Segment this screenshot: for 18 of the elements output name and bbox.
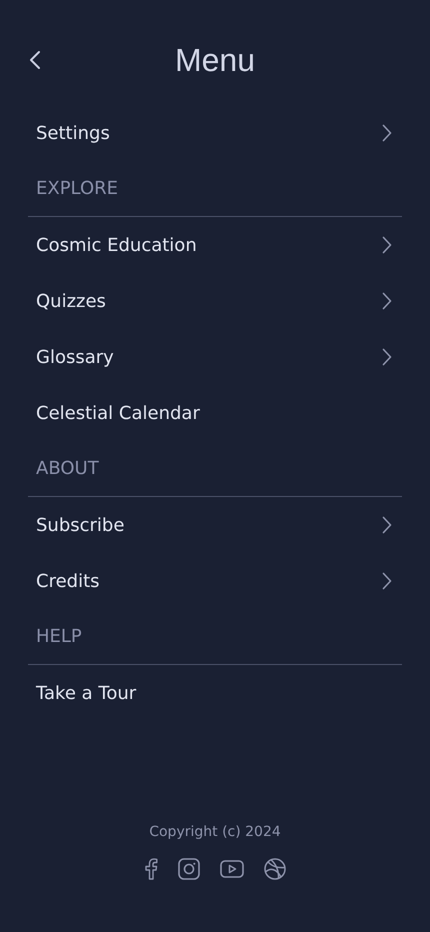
menu-item[interactable]: Settings (28, 105, 402, 161)
facebook-icon[interactable] (144, 858, 158, 880)
youtube-icon[interactable] (220, 860, 244, 878)
menu-title: Menu (174, 41, 256, 80)
section-heading: EXPLORE (36, 178, 118, 199)
section-heading: HELP (36, 626, 82, 647)
instagram-icon[interactable] (178, 858, 200, 880)
menu-item[interactable]: Quizzes (28, 273, 402, 329)
menu-item[interactable]: Cosmic Education (28, 217, 402, 273)
copyright-text: Copyright (c) 2024 (149, 824, 281, 840)
basketball-icon[interactable] (264, 858, 286, 880)
menu-item[interactable]: Glossary (28, 329, 402, 385)
menu-item[interactable]: Credits (28, 553, 402, 609)
menu-item[interactable]: Celestial Calendar (28, 385, 402, 441)
section-heading: ABOUT (36, 458, 99, 479)
menu-item[interactable]: Subscribe (28, 497, 402, 553)
back-icon[interactable] (28, 50, 42, 70)
menu-item[interactable]: Take a Tour (28, 665, 402, 721)
